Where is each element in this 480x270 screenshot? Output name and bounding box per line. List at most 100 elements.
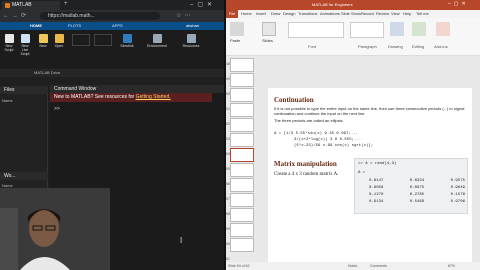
simulink-button[interactable]: Simulink: [118, 32, 136, 52]
ppt-tab-design[interactable]: Design: [283, 10, 295, 18]
ppt-document-title: MATLAB for Engineers: [312, 2, 353, 7]
new-tab-icon[interactable]: +: [64, 1, 68, 7]
current-folder-path[interactable]: MATLAB Drive: [0, 69, 224, 77]
new-live-script-button[interactable]: New Live Script: [18, 32, 32, 56]
slides-label: Slides: [262, 38, 273, 43]
simulink-label: Simulink: [120, 44, 134, 48]
gear-icon: [152, 34, 162, 43]
ppt-tab-record[interactable]: Record: [361, 10, 374, 18]
editing-icon[interactable]: [412, 22, 426, 36]
addins-icon[interactable]: [436, 22, 450, 36]
comments-button[interactable]: Comments: [370, 262, 387, 270]
zoom-level[interactable]: 67%: [448, 262, 455, 270]
matrix-cell: 0.8147: [369, 179, 384, 183]
current-slide[interactable]: Continuation If it is not possible to ty…: [268, 88, 472, 264]
font-controls[interactable]: [288, 22, 344, 38]
slide-thumbnail[interactable]: [230, 178, 254, 192]
script-icon: [4, 34, 14, 43]
ppt-tab-file[interactable]: File: [226, 10, 238, 18]
matrix-cell: 0.9649: [450, 186, 465, 190]
window-controls[interactable]: –▢✕: [190, 1, 216, 8]
environment-label: Environment: [147, 44, 167, 48]
ppt-ribbon: Paste Slides Font Paragraph Drawing Edit…: [226, 18, 480, 56]
thumb-number: 61: [226, 257, 230, 261]
slide-thumbnail[interactable]: [230, 208, 254, 222]
matrix-cell: 0.1576: [450, 193, 465, 197]
slide-paragraph-2: The three periods are called an ellipsis…: [274, 118, 344, 123]
new-script-button[interactable]: New Script: [2, 32, 16, 52]
ppt-tab-slideshow[interactable]: Slide Show: [341, 10, 361, 18]
getting-started-link[interactable]: Getting Started.: [136, 94, 171, 100]
drawing-icon[interactable]: [390, 22, 404, 36]
slide-thumbnail[interactable]: [230, 88, 254, 102]
slide-thumbnail[interactable]: [230, 73, 254, 87]
ppt-titlebar: MATLAB for Engineers –▢✕: [226, 0, 480, 10]
environment-button[interactable]: Environment: [142, 32, 172, 52]
files-title: Files: [4, 87, 15, 93]
slide-thumbnail-selected[interactable]: [230, 148, 254, 162]
new-live-script-label: New Live Script: [20, 44, 30, 56]
ppt-tab-help[interactable]: Help: [403, 10, 411, 18]
matrix-row: 0.9058 0.0975 0.9649: [369, 186, 465, 193]
slide-section-title: Continuation: [274, 96, 314, 104]
ppt-window-controls[interactable]: –▢✕: [448, 1, 469, 7]
variable-tools-group[interactable]: [94, 34, 112, 46]
matlab-output-box: >> A = rand(4,3) A = 0.8147 0.6324 0.957…: [354, 158, 468, 214]
slide-thumbnail[interactable]: [230, 118, 254, 132]
nav-arrows-icon[interactable]: ←→⟳: [3, 12, 29, 19]
tab-plots[interactable]: PLOTS: [68, 23, 81, 28]
resources-button[interactable]: Resources: [176, 32, 206, 52]
url-field[interactable]: https://matlab.math...: [40, 12, 160, 20]
paragraph-group-label: Paragraph: [358, 44, 377, 49]
ppt-tab-tellme[interactable]: Tell me: [416, 10, 429, 18]
slide-thumbnail[interactable]: [230, 163, 254, 177]
slide-task-text: Create a 4 x 3 random matrix A.: [274, 172, 339, 177]
help-icon: [186, 34, 196, 43]
notes-button[interactable]: Notes: [348, 262, 357, 270]
workspace-header: Wo...: [0, 172, 48, 180]
slide-thumbnail[interactable]: [230, 58, 254, 72]
files-name-column[interactable]: Name: [2, 98, 13, 103]
ppt-tab-view[interactable]: View: [391, 10, 400, 18]
ppt-tab-insert[interactable]: Insert: [256, 10, 266, 18]
ppt-tab-animations[interactable]: Animations: [320, 10, 340, 18]
slide-thumbnail[interactable]: [230, 193, 254, 207]
files-header: Files: [0, 86, 48, 94]
matlab-tabbar: HOME PLOTS APPS aksharr: [0, 22, 224, 30]
new-button[interactable]: New: [36, 32, 50, 52]
slide-thumbnail[interactable]: [230, 223, 254, 237]
resources-label: Resources: [182, 44, 200, 48]
open-label: Open: [54, 44, 64, 48]
paragraph-controls[interactable]: [350, 22, 384, 38]
ppt-tab-review[interactable]: Review: [376, 10, 389, 18]
paste-icon[interactable]: [230, 22, 244, 36]
paste-label: Paste: [230, 38, 241, 43]
text-cursor-icon: I: [180, 236, 183, 245]
code-line-3: (5*x-23)/56 x-99 cos(x) sqrt(x)];: [294, 144, 374, 148]
command-window-header: Command Window: [50, 85, 224, 93]
slide-thumbnail[interactable]: [230, 133, 254, 147]
output-result-label: A =: [358, 171, 366, 175]
matrix-cell: 0.0975: [409, 186, 425, 190]
matlab-logo-icon: [5, 3, 10, 8]
ppt-menu-tabs: File Home Insert Draw Design Transitions…: [226, 10, 480, 18]
open-button[interactable]: Open: [52, 32, 66, 52]
browser-tab-title: MATLAB: [12, 2, 32, 8]
slides-icon[interactable]: [262, 22, 276, 36]
file-tools-group[interactable]: [72, 34, 90, 46]
slide-counter: Slide 54 of 62: [228, 264, 250, 268]
slide-thumbnail[interactable]: [230, 238, 254, 252]
browser-tab[interactable]: MATLAB: [2, 1, 60, 10]
ppt-tab-draw[interactable]: Draw: [271, 10, 280, 18]
user-name[interactable]: aksharr: [186, 23, 199, 28]
command-prompt[interactable]: >>: [54, 106, 60, 112]
tab-home[interactable]: HOME: [30, 23, 42, 28]
browser-toolbar-icons[interactable]: ☆⋯: [176, 12, 193, 19]
ppt-tab-transitions[interactable]: Transitions: [298, 10, 317, 18]
new-script-label: New Script: [4, 44, 14, 52]
slide-thumbnail[interactable]: [230, 103, 254, 117]
tab-apps[interactable]: APPS: [112, 23, 123, 28]
matrix-cell: 0.9575: [450, 179, 465, 183]
ppt-tab-home[interactable]: Home: [241, 10, 252, 18]
matrix-cell: 0.9134: [369, 200, 384, 204]
